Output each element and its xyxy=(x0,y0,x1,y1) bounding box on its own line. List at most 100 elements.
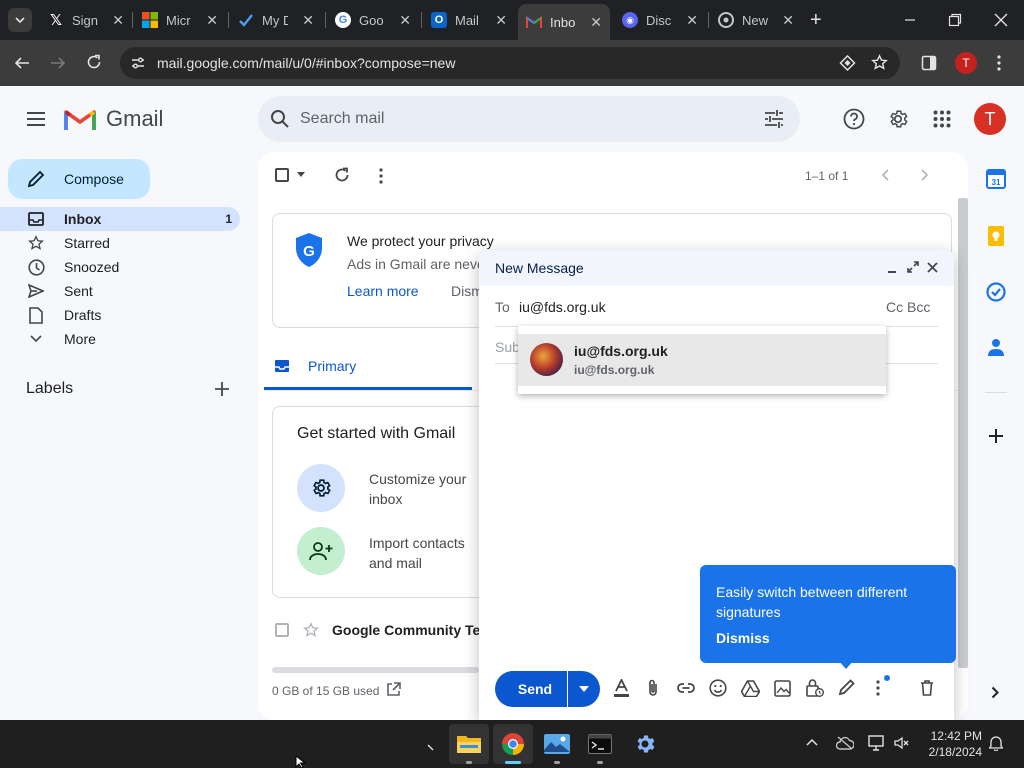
learn-more-link[interactable]: Learn more xyxy=(347,283,419,299)
apps-button[interactable] xyxy=(933,110,951,128)
suggestion-item[interactable]: iu@fds.org.uk iu@fds.org.uk xyxy=(518,334,886,386)
taskbar-photos[interactable] xyxy=(537,724,577,764)
back-button[interactable] xyxy=(14,55,30,71)
get-addons-button[interactable] xyxy=(988,428,1004,444)
sidebar-item-sent[interactable]: Sent xyxy=(0,279,240,303)
vertical-scrollbar[interactable] xyxy=(958,198,968,668)
insert-link-button[interactable] xyxy=(677,683,695,693)
gmail-logo[interactable]: Gmail xyxy=(64,106,163,132)
fullscreen-compose-button[interactable] xyxy=(907,261,919,273)
sidebar-item-drafts[interactable]: Drafts xyxy=(0,303,240,327)
insert-drive-button[interactable] xyxy=(741,680,760,697)
select-all-checkbox[interactable] xyxy=(275,168,289,182)
browser-tab[interactable]: 𝕏 Sign ✕ xyxy=(40,6,132,34)
close-icon[interactable]: ✕ xyxy=(112,12,124,29)
create-label-button[interactable] xyxy=(214,381,230,397)
browser-tab-active[interactable]: Inbo ✕ xyxy=(518,4,610,40)
minimize-window-button[interactable] xyxy=(904,12,916,26)
taskbar-chrome[interactable] xyxy=(493,724,533,764)
close-icon[interactable]: ✕ xyxy=(206,12,218,29)
site-settings-icon[interactable] xyxy=(130,55,146,71)
confidential-mode-button[interactable] xyxy=(806,678,824,698)
network-tray-icon[interactable] xyxy=(868,735,886,751)
email-row[interactable]: Google Community Te xyxy=(264,614,480,646)
compose-header[interactable]: New Message xyxy=(479,250,954,286)
attach-file-button[interactable] xyxy=(647,679,659,697)
tooltip-dismiss-button[interactable]: Dismiss xyxy=(716,630,770,646)
close-icon[interactable]: ✕ xyxy=(302,12,314,29)
expand-side-panel-button[interactable] xyxy=(991,686,1000,699)
account-avatar[interactable]: T xyxy=(974,103,1006,135)
import-contacts-button[interactable] xyxy=(297,527,345,575)
older-page-button[interactable] xyxy=(921,169,929,181)
notifications-button[interactable] xyxy=(989,735,1003,751)
sidebar-item-inbox[interactable]: Inbox 1 xyxy=(0,207,240,231)
customize-inbox-button[interactable] xyxy=(297,464,345,512)
volume-tray-icon[interactable] xyxy=(894,736,910,750)
taskbar-file-explorer[interactable] xyxy=(449,724,489,764)
insert-photo-button[interactable] xyxy=(774,680,791,697)
close-icon[interactable]: ✕ xyxy=(495,12,507,29)
clock-time[interactable]: 12:42 PM xyxy=(930,729,982,743)
new-tab-button[interactable]: + xyxy=(810,10,822,30)
search-options-icon[interactable] xyxy=(764,109,784,129)
cc-bcc-link[interactable]: Cc Bcc xyxy=(886,299,930,315)
row-checkbox[interactable] xyxy=(275,623,289,637)
select-options-dropdown[interactable] xyxy=(297,172,305,177)
search-icon[interactable] xyxy=(270,109,290,129)
forward-button[interactable] xyxy=(50,55,66,71)
sidebar-item-snoozed[interactable]: Snoozed xyxy=(0,255,240,279)
more-options-button[interactable] xyxy=(875,680,881,696)
close-icon[interactable]: ✕ xyxy=(399,12,411,29)
contacts-addon[interactable] xyxy=(988,338,1004,356)
tray-overflow-button[interactable] xyxy=(806,738,818,746)
close-icon[interactable]: ✕ xyxy=(686,12,698,29)
insert-emoji-button[interactable] xyxy=(709,679,727,697)
close-icon[interactable]: ✕ xyxy=(590,14,602,31)
close-compose-button[interactable] xyxy=(927,262,938,273)
manage-storage-link[interactable] xyxy=(386,682,401,697)
sidebar-item-starred[interactable]: Starred xyxy=(0,231,240,255)
browser-menu-button[interactable] xyxy=(996,55,1002,71)
onedrive-tray-icon[interactable] xyxy=(836,736,854,750)
schedule-send-dropdown[interactable] xyxy=(568,671,600,707)
horizontal-scrollbar[interactable] xyxy=(272,667,479,673)
minimize-compose-button[interactable] xyxy=(887,262,897,274)
close-window-button[interactable] xyxy=(994,13,1008,27)
calendar-addon[interactable]: 31 xyxy=(986,169,1006,189)
main-menu-button[interactable] xyxy=(26,110,46,128)
sidebar-item-more[interactable]: More xyxy=(0,327,240,351)
tab-primary[interactable]: Primary xyxy=(264,346,472,390)
browser-tab[interactable]: My D ✕ xyxy=(230,6,322,34)
side-panel-button[interactable] xyxy=(921,55,937,71)
restore-window-button[interactable] xyxy=(948,13,962,27)
newer-page-button[interactable] xyxy=(881,169,889,181)
browser-tab[interactable]: O Mail ✕ xyxy=(423,6,515,34)
help-button[interactable] xyxy=(843,108,865,130)
browser-tab[interactable]: G Goo ✕ xyxy=(327,6,419,34)
bookmark-star-icon[interactable] xyxy=(871,54,888,71)
tab-search-button[interactable] xyxy=(8,8,32,32)
search-bar[interactable] xyxy=(258,96,800,142)
formatting-options-button[interactable] xyxy=(613,679,630,697)
search-input[interactable] xyxy=(300,108,740,130)
browser-tab[interactable]: Micr ✕ xyxy=(134,6,226,34)
browser-tab[interactable]: New ✕ xyxy=(710,6,802,34)
install-app-icon[interactable] xyxy=(839,55,856,72)
refresh-button[interactable] xyxy=(334,167,350,183)
clock-date[interactable]: 2/18/2024 xyxy=(922,745,982,759)
close-icon[interactable]: ✕ xyxy=(782,12,794,29)
show-hidden-icons-button[interactable] xyxy=(427,744,435,752)
taskbar-settings[interactable] xyxy=(625,724,665,764)
more-actions-button[interactable] xyxy=(378,168,384,184)
settings-button[interactable] xyxy=(887,108,909,130)
insert-signature-button[interactable] xyxy=(838,679,855,696)
browser-profile-avatar[interactable]: T xyxy=(955,52,977,74)
star-icon[interactable] xyxy=(303,622,319,638)
reload-button[interactable] xyxy=(86,54,102,70)
taskbar-terminal[interactable] xyxy=(580,724,620,764)
subject-input[interactable]: Sub xyxy=(495,339,520,355)
compose-button[interactable]: Compose xyxy=(8,159,150,199)
keep-addon[interactable] xyxy=(988,226,1004,246)
browser-tab[interactable]: ◉ Disc ✕ xyxy=(614,6,706,34)
